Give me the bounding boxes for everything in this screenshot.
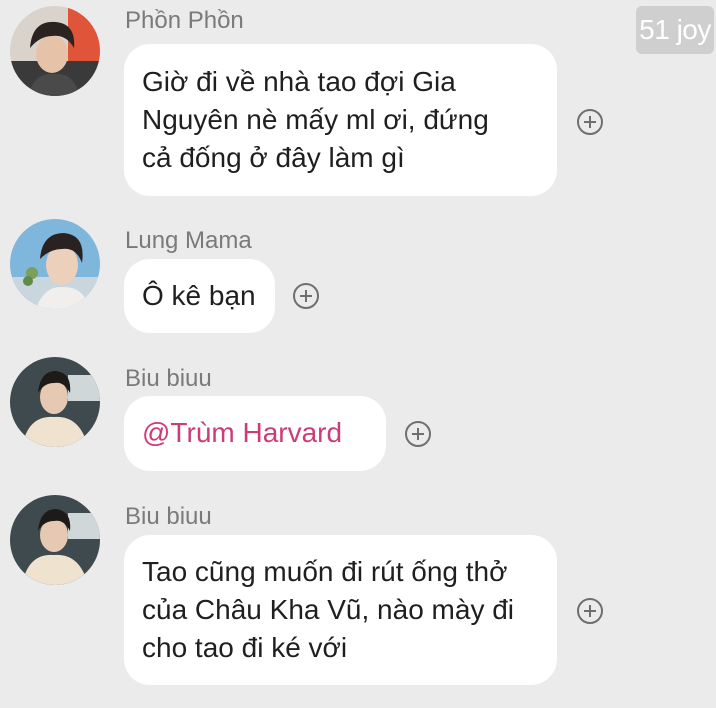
chat-message: Lung Mama Ô kê bạn	[0, 219, 716, 334]
sender-name: Lung Mama	[125, 227, 252, 254]
avatar[interactable]	[10, 495, 100, 585]
message-text: Ô kê bạn	[142, 280, 256, 311]
message-bubble[interactable]: Ô kê bạn	[124, 259, 275, 333]
message-text: của Châu Kha Vũ, nào mày đi	[142, 594, 515, 625]
message-bubble[interactable]: Tao cũng muốn đi rút ống thở của Châu Kh…	[124, 535, 557, 685]
avatar[interactable]	[10, 357, 100, 447]
chat-message: Biu biuu Tao cũng muốn đi rút ống thở củ…	[0, 495, 716, 690]
chat-message: Biu biuu @Trùm Harvard	[0, 357, 716, 474]
message-text: cả đống ở đây làm gì	[142, 142, 405, 173]
message-text: Giờ đi về nhà tao đợi Gia	[142, 66, 456, 97]
message-text: cho tao đi ké với	[142, 632, 348, 663]
mention-link[interactable]: @Trùm Harvard	[142, 414, 368, 452]
message-text: Tao cũng muốn đi rút ống thở	[142, 556, 508, 587]
add-reaction-icon[interactable]	[577, 109, 603, 135]
chat-message: Phồn Phồn Giờ đi về nhà tao đợi Gia Nguy…	[0, 6, 716, 200]
avatar[interactable]	[10, 219, 100, 309]
add-reaction-icon[interactable]	[293, 283, 319, 309]
message-text: Nguyên nè mấy ml ơi, đứng	[142, 104, 489, 135]
sender-name: Biu biuu	[125, 365, 212, 392]
add-reaction-icon[interactable]	[405, 421, 431, 447]
message-bubble[interactable]: Giờ đi về nhà tao đợi Gia Nguyên nè mấy …	[124, 44, 557, 196]
message-bubble[interactable]: @Trùm Harvard	[124, 396, 386, 471]
avatar[interactable]	[10, 6, 100, 96]
add-reaction-icon[interactable]	[577, 598, 603, 624]
sender-name: Phồn Phồn	[125, 7, 244, 34]
sender-name: Biu biuu	[125, 503, 212, 530]
